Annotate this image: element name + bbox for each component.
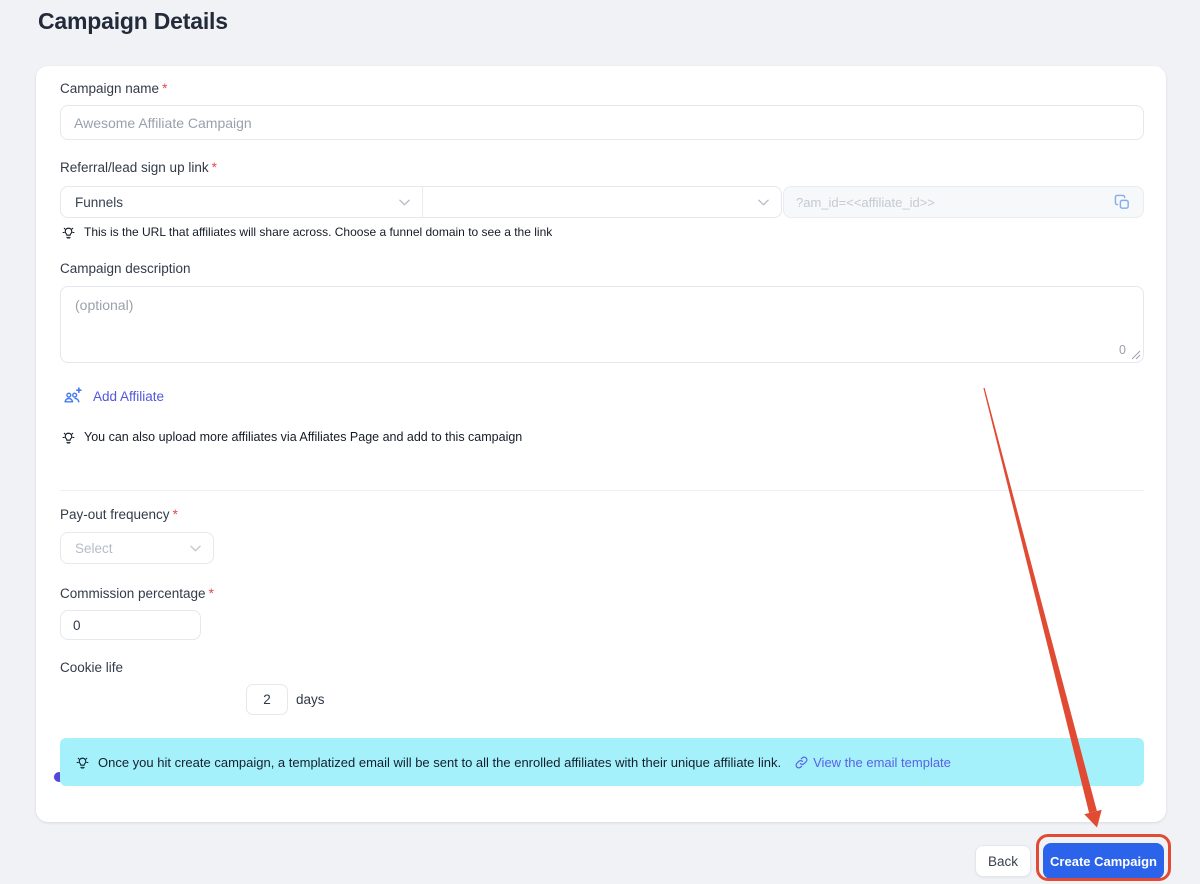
referral-source-select-group: Funnels (60, 186, 782, 218)
link-icon (795, 756, 808, 769)
char-counter: 0 (1119, 343, 1126, 357)
required-asterisk: * (211, 160, 217, 175)
copy-icon[interactable] (1114, 194, 1131, 211)
add-affiliate-tip: You can also upload more affiliates via … (62, 430, 522, 444)
lightbulb-icon (62, 431, 75, 444)
referral-link-tip: This is the URL that affiliates will sha… (62, 225, 552, 239)
chevron-down-icon (758, 199, 769, 206)
required-asterisk: * (208, 586, 214, 601)
cookie-life-label: Cookie life (60, 660, 124, 675)
required-asterisk: * (162, 81, 168, 96)
add-affiliate-button[interactable]: Add Affiliate (62, 386, 164, 406)
chevron-down-icon (190, 545, 201, 552)
commission-label: Commission percentage * (60, 586, 214, 601)
view-email-template-link[interactable]: View the email template (795, 755, 951, 770)
add-affiliate-icon (62, 386, 84, 406)
payout-frequency-select[interactable]: Select (60, 532, 214, 564)
commission-input[interactable] (60, 610, 201, 640)
payout-frequency-placeholder: Select (75, 540, 113, 556)
referral-link-label: Referral/lead sign up link * (60, 160, 217, 175)
back-button[interactable]: Back (975, 845, 1031, 877)
cookie-life-input[interactable] (246, 684, 288, 715)
payout-frequency-label: Pay-out frequency * (60, 507, 178, 522)
banner-text: Once you hit create campaign, a templati… (98, 754, 782, 770)
description-field-wrap: 0 (60, 286, 1144, 363)
campaign-name-label: Campaign name * (60, 81, 168, 96)
cookie-life-unit: days (296, 692, 325, 707)
affiliate-link-field: ?am_id=<<affiliate_id>> (783, 186, 1144, 218)
funnel-type-select[interactable]: Funnels (61, 187, 422, 217)
page-title: Campaign Details (38, 8, 228, 34)
lightbulb-icon (76, 756, 89, 769)
chevron-down-icon (399, 199, 410, 206)
resize-handle-icon[interactable] (1131, 350, 1141, 360)
required-asterisk: * (172, 507, 178, 522)
lightbulb-icon (62, 226, 75, 239)
section-divider (60, 490, 1144, 491)
email-info-banner: Once you hit create campaign, a templati… (60, 738, 1144, 786)
campaign-details-card: Campaign name* Referral/lead sign up lin… (36, 66, 1166, 822)
affiliate-link-placeholder: ?am_id=<<affiliate_id>> (796, 194, 935, 210)
create-campaign-button[interactable]: Create Campaign (1043, 843, 1164, 879)
description-textarea[interactable] (61, 287, 1143, 362)
campaign-name-input[interactable] (60, 105, 1144, 140)
funnel-domain-select[interactable] (423, 187, 781, 217)
description-label: Campaign description (60, 261, 191, 276)
